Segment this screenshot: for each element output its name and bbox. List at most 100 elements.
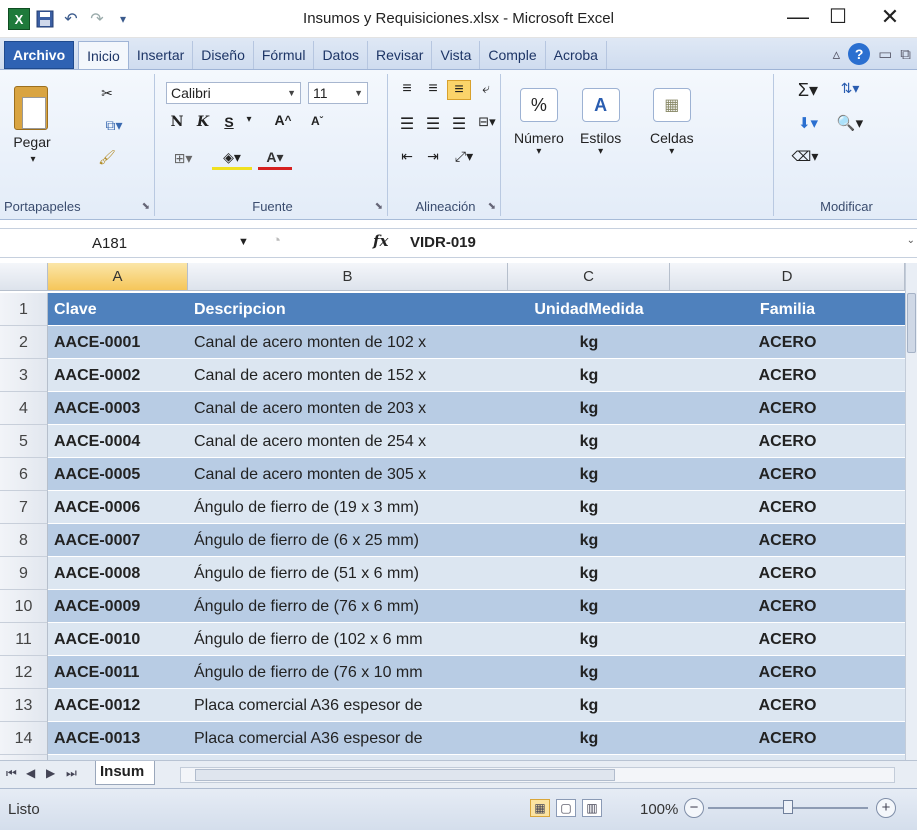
font-size-select[interactable]: 11 ▼: [308, 82, 368, 104]
cell-familia[interactable]: ACERO: [670, 722, 905, 755]
cell-descripcion[interactable]: Placa comercial A36 espesor de: [188, 722, 508, 755]
clipboard-launcher-icon[interactable]: ⬊: [142, 201, 150, 212]
tab-datos[interactable]: Datos: [314, 41, 369, 69]
cell-familia[interactable]: ACERO: [670, 590, 905, 623]
cell-familia[interactable]: ACERO: [670, 425, 905, 458]
merge-center-icon[interactable]: ⊟▾: [475, 114, 499, 130]
italic-button[interactable]: K: [192, 114, 214, 130]
tab-acrobat[interactable]: Acroba: [546, 41, 607, 69]
copy-icon[interactable]: ⧉▾: [94, 114, 134, 136]
cell-descripcion[interactable]: Canal de acero monten de 254 x: [188, 425, 508, 458]
align-bottom-icon[interactable]: ≡: [447, 80, 471, 100]
vertical-scroll-thumb[interactable]: [907, 293, 916, 353]
align-right-icon[interactable]: ☰: [447, 114, 471, 134]
close-button[interactable]: ✕: [870, 4, 910, 30]
paste-icon[interactable]: [14, 86, 48, 130]
cell-descripcion[interactable]: Canal de acero monten de 203 x: [188, 392, 508, 425]
orientation-icon[interactable]: ⤢▾: [449, 148, 479, 165]
fill-color-icon[interactable]: ◈▾: [212, 148, 252, 170]
help-icon[interactable]: ?: [848, 43, 871, 65]
cell-unidad[interactable]: kg: [508, 491, 670, 524]
cell-descripcion[interactable]: Ángulo de fierro de (102 x 6 mm: [188, 623, 508, 656]
cell-familia[interactable]: ACERO: [670, 557, 905, 590]
tab-archivo[interactable]: Archivo: [4, 41, 75, 69]
font-launcher-icon[interactable]: ⬊: [375, 201, 383, 212]
first-sheet-icon[interactable]: ⏮: [6, 766, 17, 781]
align-center-icon[interactable]: ☰: [421, 114, 445, 134]
alignment-launcher-icon[interactable]: ⬊: [488, 201, 496, 212]
tab-vista[interactable]: Vista: [432, 41, 481, 69]
row-header[interactable]: 6: [0, 458, 48, 491]
clear-icon[interactable]: ⌫▾: [790, 148, 820, 165]
autosum-icon[interactable]: Σ▾: [790, 80, 826, 101]
row-header[interactable]: 4: [0, 392, 48, 425]
align-left-icon[interactable]: ☰: [395, 114, 419, 134]
grow-font-icon[interactable]: A ^: [268, 112, 298, 128]
cell-clave[interactable]: AACE-0007: [48, 524, 188, 557]
decrease-indent-icon[interactable]: ⇤: [395, 148, 419, 165]
row-header[interactable]: 2: [0, 326, 48, 359]
cell-unidad[interactable]: kg: [508, 425, 670, 458]
zoom-out-icon[interactable]: −: [684, 798, 704, 818]
align-top-icon[interactable]: ≡: [395, 80, 419, 98]
cell-clave[interactable]: AACE-0004: [48, 425, 188, 458]
cell-clave[interactable]: AACE-0001: [48, 326, 188, 359]
cell-familia[interactable]: ACERO: [670, 359, 905, 392]
row-header[interactable]: 14: [0, 722, 48, 755]
cell-familia[interactable]: ACERO: [670, 656, 905, 689]
tab-formulas[interactable]: Fórmul: [254, 41, 315, 69]
cell-descripcion[interactable]: Placa comercial A36 espesor de: [188, 689, 508, 722]
header-cell-familia[interactable]: Familia: [670, 293, 905, 326]
cell-descripcion[interactable]: Ángulo de fierro de (19 x 3 mm): [188, 491, 508, 524]
row-header[interactable]: 10: [0, 590, 48, 623]
column-header-b[interactable]: B: [188, 263, 508, 291]
column-header-c[interactable]: C: [508, 263, 670, 291]
header-cell-unidad[interactable]: UnidadMedida: [508, 293, 670, 326]
row-header[interactable]: 3: [0, 359, 48, 392]
row-header[interactable]: 7: [0, 491, 48, 524]
increase-indent-icon[interactable]: ⇥: [421, 148, 445, 165]
column-header-a[interactable]: A: [48, 263, 188, 291]
cells-button[interactable]: ▦ Celdas ▾: [650, 88, 694, 157]
cell-clave[interactable]: AACE-0005: [48, 458, 188, 491]
borders-icon[interactable]: ⊞▾: [166, 150, 200, 167]
last-sheet-icon[interactable]: ⏭: [66, 766, 77, 781]
number-button[interactable]: % Número ▾: [514, 88, 564, 157]
cell-familia[interactable]: ACERO: [670, 491, 905, 524]
row-header[interactable]: 9: [0, 557, 48, 590]
normal-view-icon[interactable]: ▦: [530, 799, 550, 817]
cell-unidad[interactable]: kg: [508, 392, 670, 425]
horizontal-scrollbar[interactable]: [180, 767, 895, 783]
minimize-button[interactable]: —: [778, 4, 818, 30]
sheet-tab[interactable]: Insum: [95, 761, 155, 785]
expand-formula-bar-icon[interactable]: ⌄: [907, 235, 915, 246]
name-box[interactable]: A181: [0, 229, 250, 257]
tab-revisar[interactable]: Revisar: [368, 41, 433, 69]
cell-descripcion[interactable]: Ángulo de fierro de (6 x 25 mm): [188, 524, 508, 557]
tab-inicio[interactable]: Inicio: [78, 41, 129, 69]
page-layout-view-icon[interactable]: ▢: [556, 799, 576, 817]
vertical-scrollbar[interactable]: [905, 263, 917, 760]
paste-button[interactable]: Pegar: [4, 134, 60, 150]
page-break-view-icon[interactable]: ▥: [582, 799, 602, 817]
underline-dropdown-icon[interactable]: ▾: [242, 114, 256, 125]
prev-sheet-icon[interactable]: ◀: [26, 766, 35, 780]
cell-unidad[interactable]: kg: [508, 458, 670, 491]
row-header[interactable]: 11: [0, 623, 48, 656]
cell-clave[interactable]: AACE-0003: [48, 392, 188, 425]
name-box-dropdown-icon[interactable]: ▼: [238, 236, 249, 248]
zoom-level[interactable]: 100%: [640, 801, 678, 818]
fill-icon[interactable]: ⬇▾: [790, 114, 826, 132]
align-middle-icon[interactable]: ≡: [421, 80, 445, 98]
maximize-button[interactable]: ☐: [818, 4, 858, 29]
row-header[interactable]: 12: [0, 656, 48, 689]
cell-clave[interactable]: AACE-0008: [48, 557, 188, 590]
tab-complementos[interactable]: Comple: [480, 41, 546, 69]
cell-clave[interactable]: AACE-0012: [48, 689, 188, 722]
cell-descripcion[interactable]: Canal de acero monten de 102 x: [188, 326, 508, 359]
cell-clave[interactable]: AACE-0006: [48, 491, 188, 524]
next-sheet-icon[interactable]: ▶: [46, 766, 55, 780]
cell-descripcion[interactable]: Ángulo de fierro de (76 x 10 mm: [188, 656, 508, 689]
cell-descripcion[interactable]: Ángulo de fierro de (76 x 6 mm): [188, 590, 508, 623]
restore-workbook-icon[interactable]: ▭: [878, 45, 892, 63]
